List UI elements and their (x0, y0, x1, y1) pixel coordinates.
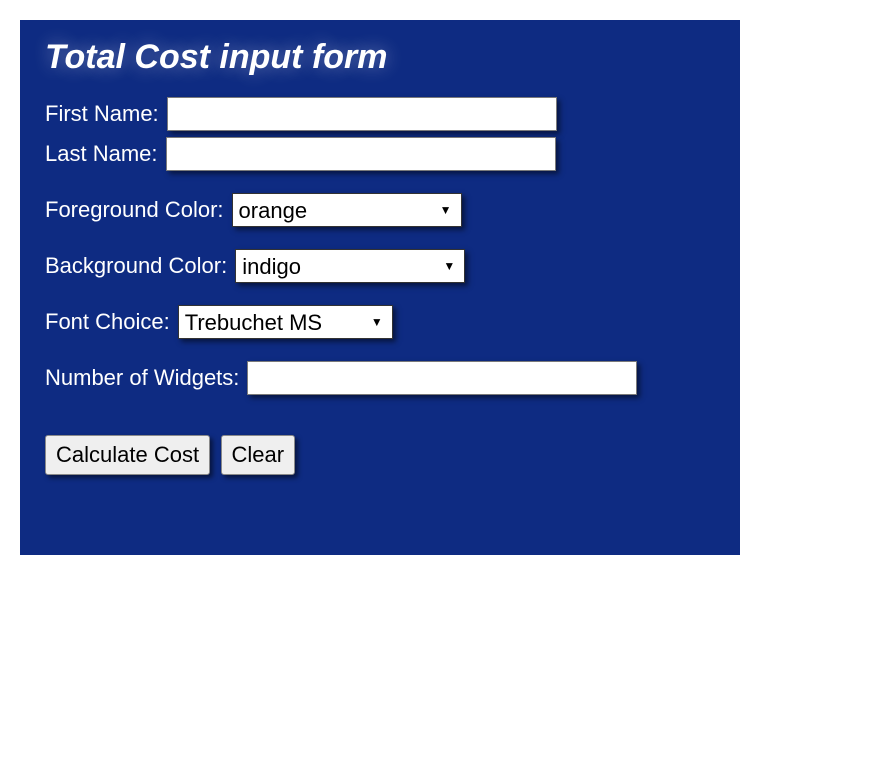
button-row: Calculate Cost Clear (45, 435, 715, 475)
calculate-button[interactable]: Calculate Cost (45, 435, 210, 475)
first-name-label: First Name: (45, 101, 159, 127)
font-label: Font Choice: (45, 309, 170, 335)
bg-color-label: Background Color: (45, 253, 227, 279)
last-name-label: Last Name: (45, 141, 158, 167)
widgets-label: Number of Widgets: (45, 365, 239, 391)
clear-button[interactable]: Clear (221, 435, 296, 475)
bg-color-row: Background Color: indigo (45, 249, 715, 283)
bg-color-select[interactable]: indigo (235, 249, 465, 283)
page-title: Total Cost input form (45, 38, 715, 77)
first-name-input[interactable] (167, 97, 557, 131)
fg-color-row: Foreground Color: orange (45, 193, 715, 227)
widgets-input[interactable] (247, 361, 637, 395)
first-name-row: First Name: (45, 97, 715, 131)
fg-color-label: Foreground Color: (45, 197, 224, 223)
last-name-row: Last Name: (45, 137, 715, 171)
font-row: Font Choice: Trebuchet MS (45, 305, 715, 339)
last-name-input[interactable] (166, 137, 556, 171)
total-cost-form-panel: Total Cost input form First Name: Last N… (20, 20, 740, 555)
widgets-row: Number of Widgets: (45, 361, 715, 395)
font-select[interactable]: Trebuchet MS (178, 305, 393, 339)
fg-color-select[interactable]: orange (232, 193, 462, 227)
